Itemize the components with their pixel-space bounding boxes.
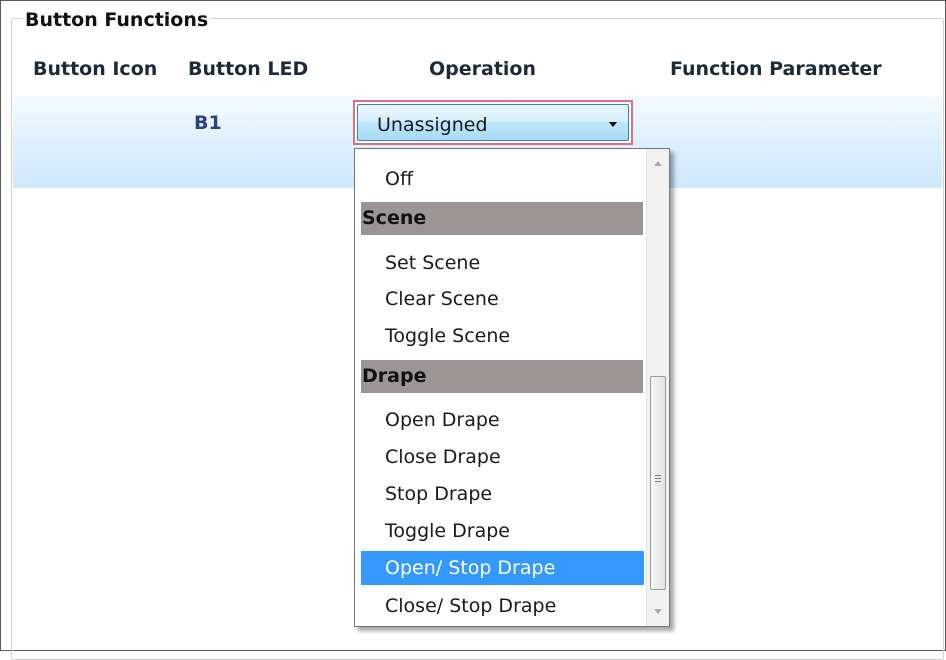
combobox-selected-value: Unassigned (377, 114, 488, 136)
dropdown-option-open-stop-drape[interactable]: Open/ Stop Drape (361, 551, 644, 585)
dropdown-option-toggle-scene[interactable]: Toggle Scene (355, 319, 645, 353)
button-led-cell: B1 (194, 112, 222, 134)
dropdown-option-close-drape[interactable]: Close Drape (355, 440, 645, 474)
dropdown-option-stop-drape[interactable]: Stop Drape (355, 477, 645, 511)
dropdown-option-set-scene[interactable]: Set Scene (355, 246, 645, 280)
column-header-button-led[interactable]: Button LED (188, 58, 308, 80)
dropdown-option-toggle-drape[interactable]: Toggle Drape (355, 514, 645, 548)
scrollbar-thumb[interactable] (650, 376, 666, 590)
dropdown-category-drape: Drape (361, 360, 643, 393)
dropdown-option-clear-scene[interactable]: Clear Scene (355, 282, 645, 316)
chevron-down-icon[interactable] (609, 122, 617, 127)
operation-combobox[interactable]: Unassigned (353, 100, 633, 145)
grip-line (655, 475, 661, 476)
dropdown-category-scene: Scene (361, 202, 643, 235)
column-header-button-icon[interactable]: Button Icon (33, 58, 157, 80)
operation-dropdown-list[interactable]: Off Scene Set Scene Clear Scene Toggle S… (354, 148, 670, 627)
grip-line (655, 478, 661, 479)
column-header-operation[interactable]: Operation (429, 58, 536, 80)
dropdown-option-close-stop-drape[interactable]: Close/ Stop Drape (355, 589, 645, 623)
column-header-function-parameter[interactable]: Function Parameter (670, 58, 882, 80)
scroll-up-icon[interactable] (654, 161, 662, 166)
scroll-down-icon[interactable] (654, 609, 662, 614)
dropdown-scrollbar[interactable] (646, 149, 669, 626)
group-title: Button Functions (22, 9, 212, 31)
dropdown-option-open-drape[interactable]: Open Drape (355, 403, 645, 437)
grip-line (655, 481, 661, 482)
dropdown-option-off[interactable]: Off (355, 162, 645, 196)
